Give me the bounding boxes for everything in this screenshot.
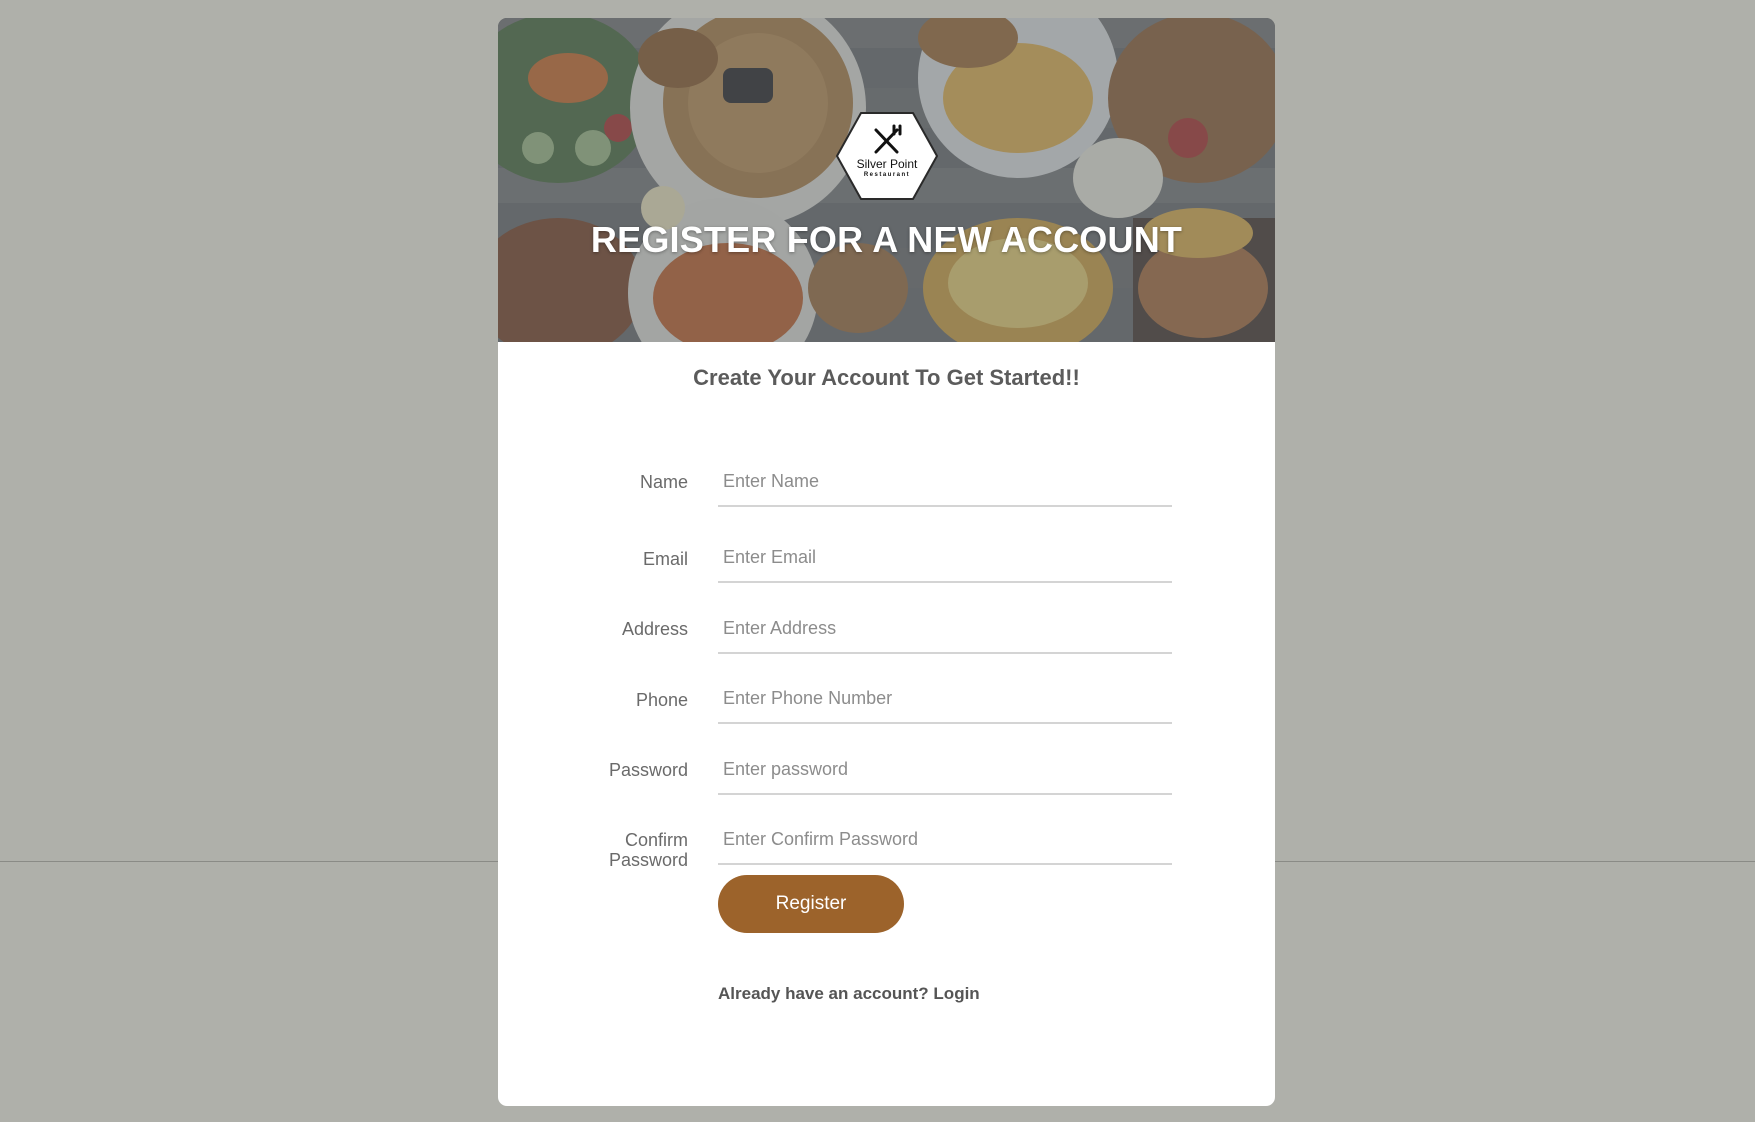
header-banner: Silver Point Restaurant REGISTER FOR A N…: [498, 18, 1275, 342]
logo-subtitle: Restaurant: [863, 172, 911, 178]
form-subtitle: Create Your Account To Get Started!!: [693, 365, 1080, 390]
confirm-password-label-line2: Password: [608, 850, 688, 870]
phone-label: Phone: [635, 690, 688, 710]
phone-input[interactable]: [718, 674, 1172, 724]
confirm-password-label: Confirm Password: [538, 830, 688, 870]
password-label: Password: [608, 760, 688, 780]
email-input[interactable]: [718, 533, 1172, 583]
address-input[interactable]: [718, 604, 1172, 654]
address-label: Address: [621, 619, 688, 639]
login-prompt-text: Already have an account?: [718, 984, 929, 1003]
name-input[interactable]: [718, 457, 1172, 507]
confirm-password-label-line1: Confirm: [624, 830, 688, 850]
confirm-password-input[interactable]: [718, 815, 1172, 865]
restaurant-logo: Silver Point Restaurant: [834, 110, 940, 202]
login-prompt: Already have an account? Login: [718, 984, 980, 1004]
page-title: REGISTER FOR A NEW ACCOUNT: [590, 219, 1183, 260]
email-label: Email: [642, 549, 688, 569]
register-card: Silver Point Restaurant REGISTER FOR A N…: [498, 18, 1275, 1106]
password-input[interactable]: [718, 745, 1172, 795]
name-label: Name: [639, 472, 688, 492]
login-link[interactable]: Login: [933, 984, 979, 1003]
logo-name: Silver Point: [856, 157, 918, 171]
register-button[interactable]: Register: [718, 875, 904, 933]
logo-badge-shape: [836, 112, 938, 200]
